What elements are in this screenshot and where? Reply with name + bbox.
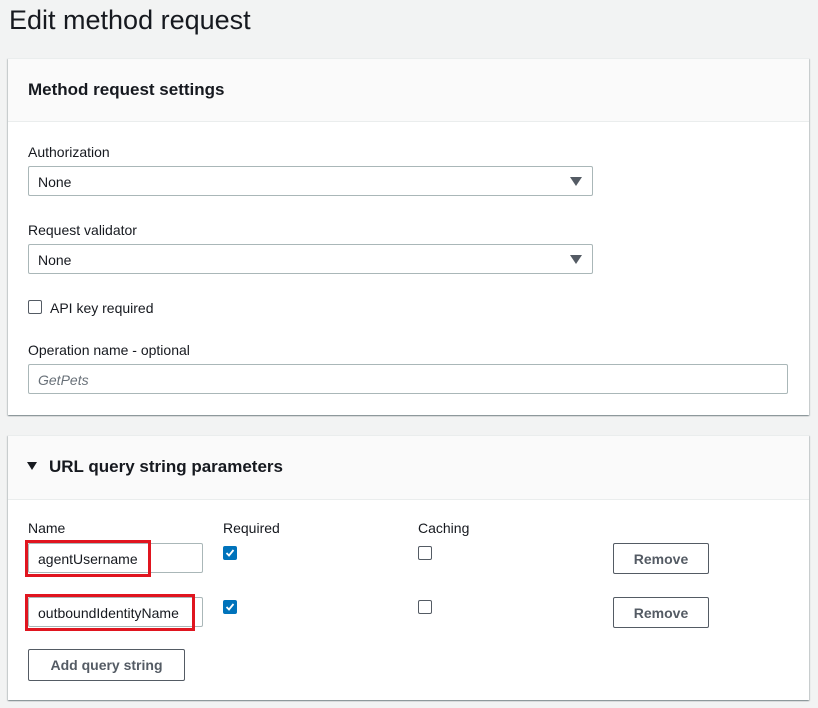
operation-name-input[interactable]: GetPets (28, 364, 788, 394)
column-header-caching: Caching (418, 520, 470, 536)
required-checkbox[interactable] (223, 546, 237, 560)
authorization-value: None (38, 174, 72, 190)
panel-header[interactable]: URL query string parameters (8, 436, 809, 500)
caching-checkbox[interactable] (418, 600, 432, 614)
request-validator-value: None (38, 252, 72, 268)
operation-name-placeholder: GetPets (38, 372, 89, 388)
authorization-select[interactable]: None (28, 166, 593, 196)
method-request-settings-panel: Method request settings Authorization No… (8, 58, 809, 415)
api-key-required-label: API key required (50, 300, 154, 316)
query-param-name-value: agentUsername (38, 551, 138, 567)
caret-down-icon (570, 255, 582, 264)
required-checkbox[interactable] (223, 600, 237, 614)
page-title: Edit method request (9, 5, 251, 35)
remove-button[interactable]: Remove (613, 543, 709, 574)
api-key-required-checkbox[interactable] (28, 300, 42, 314)
panel-title: URL query string parameters (49, 457, 283, 476)
add-query-string-button[interactable]: Add query string (28, 649, 185, 681)
remove-button[interactable]: Remove (613, 597, 709, 628)
authorization-label: Authorization (28, 144, 110, 160)
checkmark-icon (225, 549, 235, 557)
operation-name-label: Operation name - optional (28, 342, 190, 358)
panel-title: Method request settings (28, 80, 225, 99)
page: Edit method request Method request setti… (0, 0, 818, 708)
query-param-name-input[interactable]: outboundIdentityName (28, 597, 203, 627)
column-header-name: Name (28, 520, 66, 536)
caching-checkbox[interactable] (418, 546, 432, 560)
column-header-required: Required (223, 520, 280, 536)
request-validator-select[interactable]: None (28, 244, 593, 274)
query-param-name-value: outboundIdentityName (38, 605, 179, 621)
triangle-down-icon (27, 462, 37, 470)
caret-down-icon (570, 177, 582, 186)
request-validator-label: Request validator (28, 222, 137, 238)
checkmark-icon (225, 603, 235, 611)
url-query-string-parameters-panel: URL query string parameters Name Require… (8, 435, 809, 700)
query-param-name-input[interactable]: agentUsername (28, 543, 203, 573)
panel-header: Method request settings (8, 59, 809, 122)
